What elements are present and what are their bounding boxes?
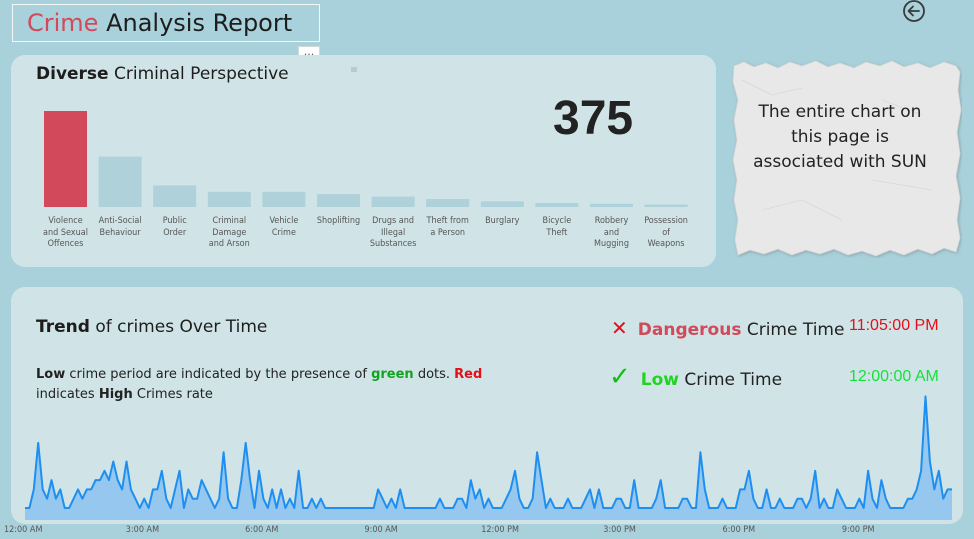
x-tick-label: 12:00 PM [481, 525, 519, 535]
x-tick-label: 12:00 AM [4, 525, 43, 535]
x-tick-label: 6:00 AM [245, 525, 279, 535]
x-tick-label: 3:00 AM [125, 525, 160, 535]
crime-trend-area-chart [25, 395, 952, 520]
x-tick-label: 9:00 AM [364, 525, 398, 535]
x-tick-label: 9:00 PM [841, 525, 875, 535]
trend-area [25, 396, 952, 520]
x-tick-label: 3:00 PM [603, 525, 636, 535]
x-tick-label: 6:00 PM [722, 525, 756, 535]
